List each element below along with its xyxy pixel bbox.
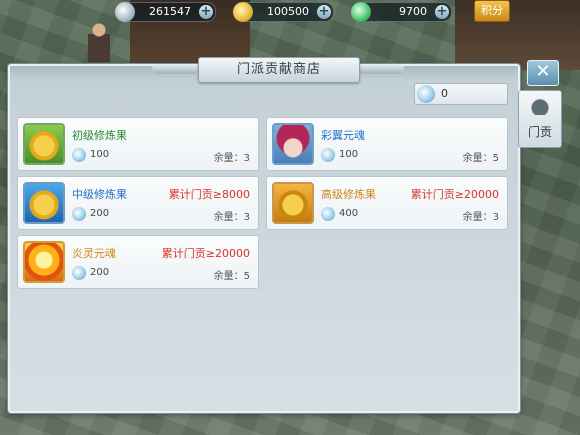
- item-requirement: 累计门贡≥20000: [161, 247, 250, 260]
- gold-amount: 100500: [267, 5, 309, 18]
- item-requirement: 累计门贡≥8000: [168, 188, 250, 201]
- add-silver-button[interactable]: +: [199, 5, 213, 19]
- currency-bar: 261547 + 100500 + 9700 + 积分: [0, 0, 580, 22]
- panel-title: 门派贡献商店: [198, 57, 360, 83]
- tab-label: 门贡: [527, 125, 552, 139]
- item-name: 初级修炼果: [72, 129, 127, 142]
- item-stock: 余量：3: [213, 153, 250, 164]
- item-price: 400: [339, 208, 359, 219]
- shop-item[interactable]: 中级修炼果 累计门贡≥8000 200 余量：3: [17, 176, 259, 230]
- item-name: 高级修炼果: [321, 188, 376, 201]
- contribution-coin-icon: [72, 266, 86, 280]
- item-stock: 余量：3: [462, 212, 499, 223]
- title-ornament: [358, 64, 404, 74]
- jade-currency: 9700 +: [351, 2, 452, 22]
- item-stock: 余量：3: [213, 212, 250, 223]
- item-name: 炎灵元魂: [72, 247, 116, 260]
- add-jade-button[interactable]: +: [435, 5, 449, 19]
- gold-ingot-icon: [233, 2, 253, 22]
- title-ornament: [152, 64, 198, 74]
- fruit-icon: [272, 182, 314, 224]
- flame-spirit-icon: [23, 241, 65, 283]
- shop-item[interactable]: 彩翼元魂 100 余量：5: [266, 117, 508, 171]
- score-button[interactable]: 积分: [474, 0, 510, 22]
- contribution-coin-icon: [72, 207, 86, 221]
- shop-item[interactable]: 初级修炼果 100 余量：3: [17, 117, 259, 171]
- contribution-coin-icon: [72, 148, 86, 162]
- spirit-portrait-icon: [272, 123, 314, 165]
- gold-currency: 100500 +: [233, 2, 334, 22]
- contribution-coin-icon: [321, 207, 335, 221]
- item-price: 200: [90, 267, 110, 278]
- points-value: 0: [441, 87, 448, 100]
- money-bag-icon: [531, 97, 549, 115]
- jade-icon: [351, 2, 371, 22]
- tab-contribution[interactable]: 门贡: [518, 90, 562, 148]
- silver-amount: 261547: [149, 5, 191, 18]
- fruit-icon: [23, 182, 65, 224]
- fruit-icon: [23, 123, 65, 165]
- silver-currency: 261547 +: [115, 2, 216, 22]
- item-name: 中级修炼果: [72, 188, 127, 201]
- item-price: 200: [90, 208, 110, 219]
- shop-item[interactable]: 炎灵元魂 累计门贡≥20000 200 余量：5: [17, 235, 259, 289]
- item-price: 100: [339, 149, 359, 160]
- background-character: [88, 22, 110, 62]
- item-name: 彩翼元魂: [321, 129, 365, 142]
- item-stock: 余量：5: [462, 153, 499, 164]
- contribution-coin-icon: [417, 85, 435, 103]
- silver-coin-icon: [115, 2, 135, 22]
- contribution-coin-icon: [321, 148, 335, 162]
- shop-item[interactable]: 高级修炼果 累计门贡≥20000 400 余量：3: [266, 176, 508, 230]
- item-stock: 余量：5: [213, 271, 250, 282]
- close-button[interactable]: ✕: [527, 60, 559, 86]
- jade-amount: 9700: [399, 5, 427, 18]
- item-requirement: 累计门贡≥20000: [410, 188, 499, 201]
- add-gold-button[interactable]: +: [317, 5, 331, 19]
- item-price: 100: [90, 149, 110, 160]
- contribution-points: 0: [414, 83, 508, 105]
